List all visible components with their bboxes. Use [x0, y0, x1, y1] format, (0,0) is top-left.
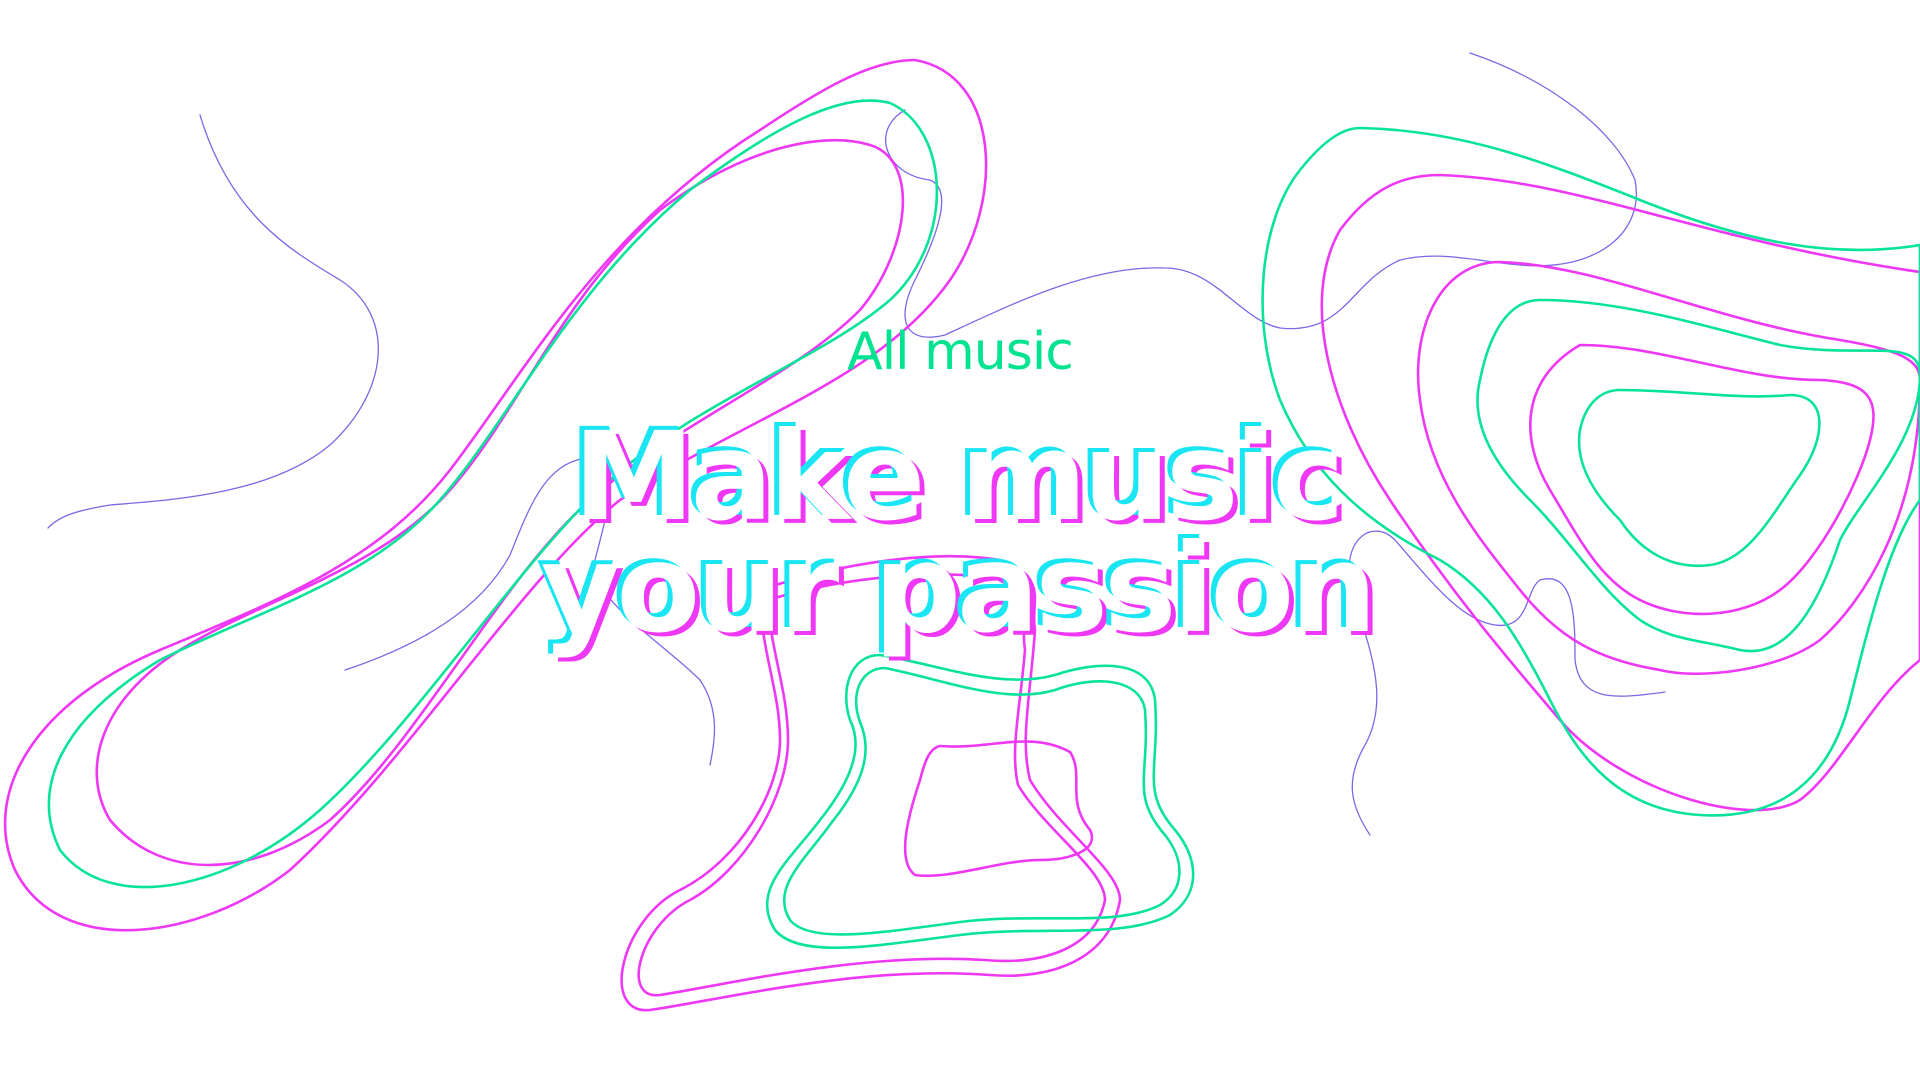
magenta-contour-center-small — [903, 740, 1094, 878]
headline-line2: your passion — [541, 518, 1373, 660]
violet-strand-center — [885, 52, 1637, 338]
hero-section: All music Make music Make music Make mus… — [0, 0, 1920, 1080]
eyebrow-label: All music — [847, 322, 1074, 382]
hero-headline: Make music Make music Make music your pa… — [0, 402, 1920, 680]
green-contour-center-1 — [765, 653, 1195, 949]
